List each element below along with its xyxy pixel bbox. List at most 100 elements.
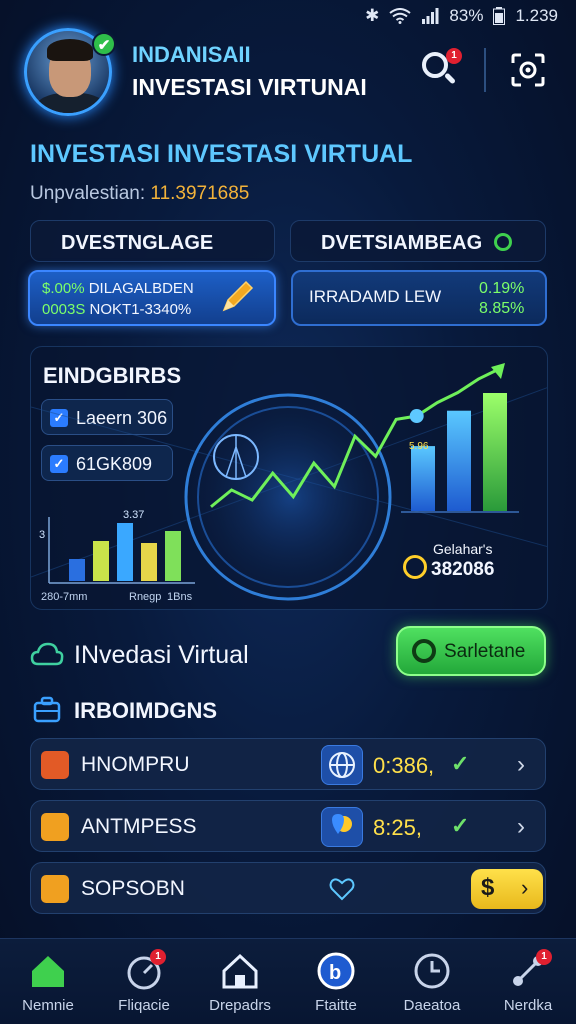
bar-left [93,541,109,581]
trend-icon: ✓ [451,813,470,838]
section-title: INvedasi Virtual [74,641,249,669]
x-tick-label: 280-7mm [41,591,88,603]
page-title: INVESTASI INVESTASI VIRTUAL [30,140,413,168]
list-item-label: HNOMPRU [81,753,190,776]
nav-item-analytics[interactable]: 1 Fliqacie [96,939,192,1024]
bottom-navigation: Nemnie 1 Fliqacie Drepadrs b Ftaitte Dae… [0,938,576,1024]
nav-item-profile[interactable]: b Ftaitte [288,939,384,1024]
app-title-primary: INDANISAII [132,42,251,67]
bar-right [483,393,507,511]
home-icon [32,956,64,987]
verified-check-icon: ✔ [92,32,116,56]
list-item[interactable]: SOPSOBN $ › [30,862,546,914]
stat-value: 8.85% [479,300,525,317]
bar-left [117,523,133,581]
briefcase-icon [33,696,61,723]
chevron-right-icon[interactable]: › [517,813,525,841]
scan-settings-icon[interactable] [510,52,546,88]
list-item[interactable]: ANTMPESS 8:25, ✓ › [30,800,546,852]
list-item-value: 0:386, [373,753,435,778]
heart-icon[interactable] [329,877,355,901]
clock: 1.239 [515,6,558,25]
tab-label: DVESTNGLAGE [61,232,214,254]
app-icon [41,813,69,841]
list-item[interactable]: HNOMPRU 0:386, ✓ › [30,738,546,790]
portfolio-summary: Unpvalestian: 11.3971685 [30,183,249,205]
right-bars-label: 5.96 [409,441,429,452]
stat-text: DILAGALBDEN [88,280,194,297]
status-bar: ✱ 83% 1.239 [0,0,576,30]
x-tick-label: 1Bns [167,591,193,603]
dollar-icon: $ [481,874,495,901]
bar-left [165,531,181,581]
list-item-label: SOPSOBN [81,877,185,900]
portfolio-value: 11.3971685 [150,183,250,204]
chart-panel: EINDGBIRBS ✓ Laeern 306 ✓ 61GK809 3.37 3… [30,346,548,610]
battery-percent: 83% [449,6,484,25]
globe-icon[interactable] [321,745,363,785]
chevron-right-icon: › [521,875,529,900]
nav-item-deposits[interactable]: Drepadrs [192,939,288,1024]
svg-text:b: b [329,962,341,984]
nav-label: Nerdka [503,997,553,1014]
list-item-value: 8:25, [373,815,422,840]
notification-badge: 1 [446,48,462,64]
line-point [409,409,424,424]
map-pin-icon[interactable] [321,807,363,847]
profile-icon: b [317,952,355,990]
nav-item-history[interactable]: Daeatoa [384,939,480,1024]
bar-right [411,446,435,511]
stat-label: IRRADAMD LEW [309,287,442,306]
nav-item-home[interactable]: Nemnie [0,939,96,1024]
bluetooth-icon: ✱ [365,6,380,25]
power-icon [412,639,436,663]
tab-investment-right[interactable]: DVETSIAMBEAG [290,220,546,262]
header-divider [484,48,486,92]
stat-text: NOKT1-3340% [89,301,192,318]
pencil-icon [222,280,254,312]
nav-label: Ftaitte [315,997,357,1014]
bar-right [447,410,471,511]
list-item-label: ANTMPESS [81,815,197,838]
start-button[interactable]: Sarletane [396,626,546,676]
list-title: IRBOIMDGNS [74,698,217,723]
stat-value: 382086 [431,559,495,580]
battery-icon [493,7,506,25]
wifi-icon [389,8,412,24]
nav-badge: 1 [150,949,166,965]
nav-badge: 1 [536,949,552,965]
app-title-secondary: INVESTASI VIRTUNAI [132,74,367,100]
app-icon [41,751,69,779]
nav-label: Nemnie [22,997,74,1014]
dollar-action-button[interactable]: $ › [471,869,543,909]
cloud-icon [30,642,64,666]
stat-card-left[interactable]: $.00% DILAGALBDEN 0003S NOKT1-3340% [28,270,276,326]
app-header: ✔ INDANISAII INVESTASI VIRTUNAI 1 [24,28,554,120]
clock-icon [414,953,450,989]
stat-card-right[interactable]: IRRADAMD LEW 0.19% 8.85% [291,270,547,326]
small-chart-y-label: 3 [39,529,46,541]
bar-left [69,559,85,581]
status-dot-icon [494,233,512,251]
stat-caption: Gelahar's [433,541,493,557]
x-tick-label: Rnegp [129,591,162,603]
nav-label: Fliqacie [118,997,170,1014]
tab-label: DVETSIAMBEAG [321,232,483,254]
tab-investment-left[interactable]: DVESTNGLAGE [30,220,275,262]
stat-value: 0.19% [479,280,525,297]
cell-signal-icon [422,8,439,24]
app-icon [41,875,69,903]
nav-label: Drepadrs [209,997,271,1014]
bar-left [141,543,157,581]
bar-series-left [69,523,181,581]
start-button-label: Sarletane [444,641,526,662]
portfolio-label: Unpvalestian: [30,183,146,204]
nav-item-network[interactable]: 1 Nerdka [480,939,576,1024]
trend-icon: ✓ [451,751,470,776]
search-button[interactable]: 1 [420,48,462,90]
chevron-right-icon[interactable]: › [517,751,525,779]
stat-pct: 0003S [42,301,86,318]
target-icon [403,555,427,579]
house-icon [222,953,258,989]
stat-pct: $.00% [42,280,85,297]
